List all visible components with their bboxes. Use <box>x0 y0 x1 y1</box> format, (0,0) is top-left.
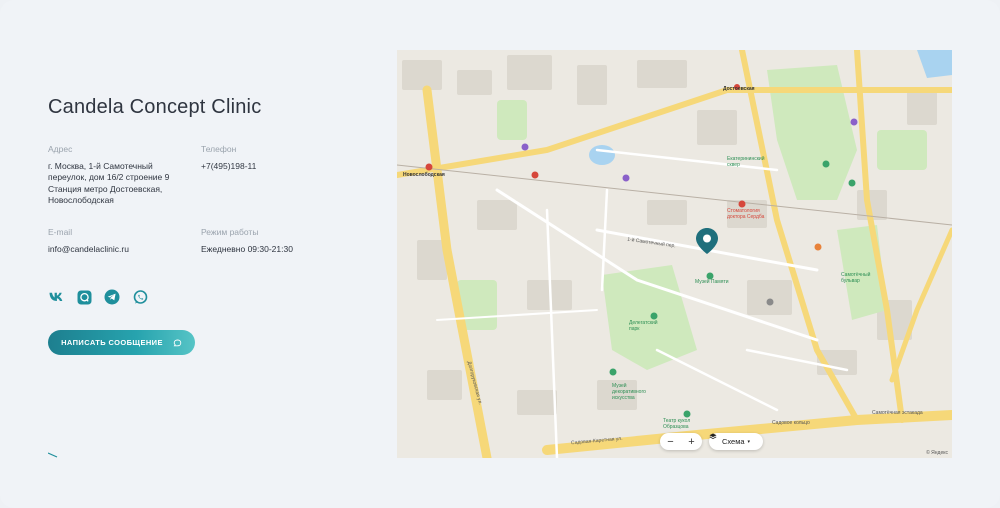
map-layer-button[interactable]: Схема ▾ <box>709 433 763 450</box>
email-value[interactable]: info@candelaclinic.ru <box>48 244 188 256</box>
email-label: E-mail <box>48 227 73 237</box>
hours-block: Режим работы Ежедневно 09:30-21:30 <box>201 227 351 255</box>
telegram-icon[interactable] <box>104 289 120 305</box>
map-label-dostoevskaya: Достоевская <box>723 86 755 92</box>
chat-bubble-icon <box>173 339 182 346</box>
map-label-muzey-dekorativnogo: Музей декоративного искусства <box>612 383 646 401</box>
clinic-header: Candela Concept Clinic <box>48 96 368 119</box>
map-label-delegatsky-park: Делегатский парк <box>629 320 658 332</box>
page-title: Candela Concept Clinic <box>48 96 262 118</box>
map-copyright: © Яндекс <box>926 450 948 456</box>
vk-icon[interactable] <box>48 289 64 305</box>
address-value: г. Москва, 1-й Самотечный переулок, дом … <box>48 160 170 206</box>
location-map[interactable]: Достоевская Новослободская Музей Памяти … <box>397 50 952 458</box>
map-label-sadovoe-koltso: Садовое кольцо <box>772 420 810 426</box>
map-label-samotechnaya: Самотёчная эстакада <box>872 410 923 416</box>
phone-block: Телефон +7(495)198-11 <box>201 144 341 172</box>
chevron-down-icon: ▾ <box>747 438 751 445</box>
map-label-stomatologia: Стоматология доктора Сердба <box>727 208 765 220</box>
hours-label: Режим работы <box>201 227 259 237</box>
map-label-teatr-kukol: Театр кукол Образцова <box>663 418 691 430</box>
whatsapp-icon[interactable] <box>132 289 148 305</box>
phone-label: Телефон <box>201 144 237 154</box>
social-links <box>48 289 148 305</box>
map-label-samotechny-bulvar: Самотёчный бульвар <box>841 272 871 284</box>
send-message-button[interactable]: НАПИСАТЬ СООБЩЕНИЕ <box>48 330 195 355</box>
email-block: E-mail info@candelaclinic.ru <box>48 227 188 255</box>
send-message-label: НАПИСАТЬ СООБЩЕНИЕ <box>61 338 163 347</box>
map-label-ekaterininsky: Екатерининский сквер <box>727 156 765 168</box>
map-layer-label: Схема <box>721 437 745 446</box>
map-label-muzey-pamyati: Музей Памяти <box>695 279 729 285</box>
zoom-in-button[interactable]: + <box>682 436 702 448</box>
hours-value: Ежедневно 09:30-21:30 <box>201 243 293 254</box>
zoom-out-button[interactable]: − <box>661 436 681 448</box>
address-block: Адрес г. Москва, 1-й Самотечный переулок… <box>48 144 188 207</box>
decorative-mark <box>48 452 58 458</box>
address-label: Адрес <box>48 144 73 154</box>
phone-value[interactable]: +7(495)198-11 <box>201 161 341 173</box>
zoom-controls: − + <box>660 433 702 450</box>
layers-icon <box>709 433 717 440</box>
contacts-card: Candela Concept Clinic Адрес г. Москва, … <box>0 0 1000 508</box>
chat-icon[interactable] <box>76 289 92 305</box>
map-label-novoslobodskaya: Новослободская <box>403 172 445 178</box>
